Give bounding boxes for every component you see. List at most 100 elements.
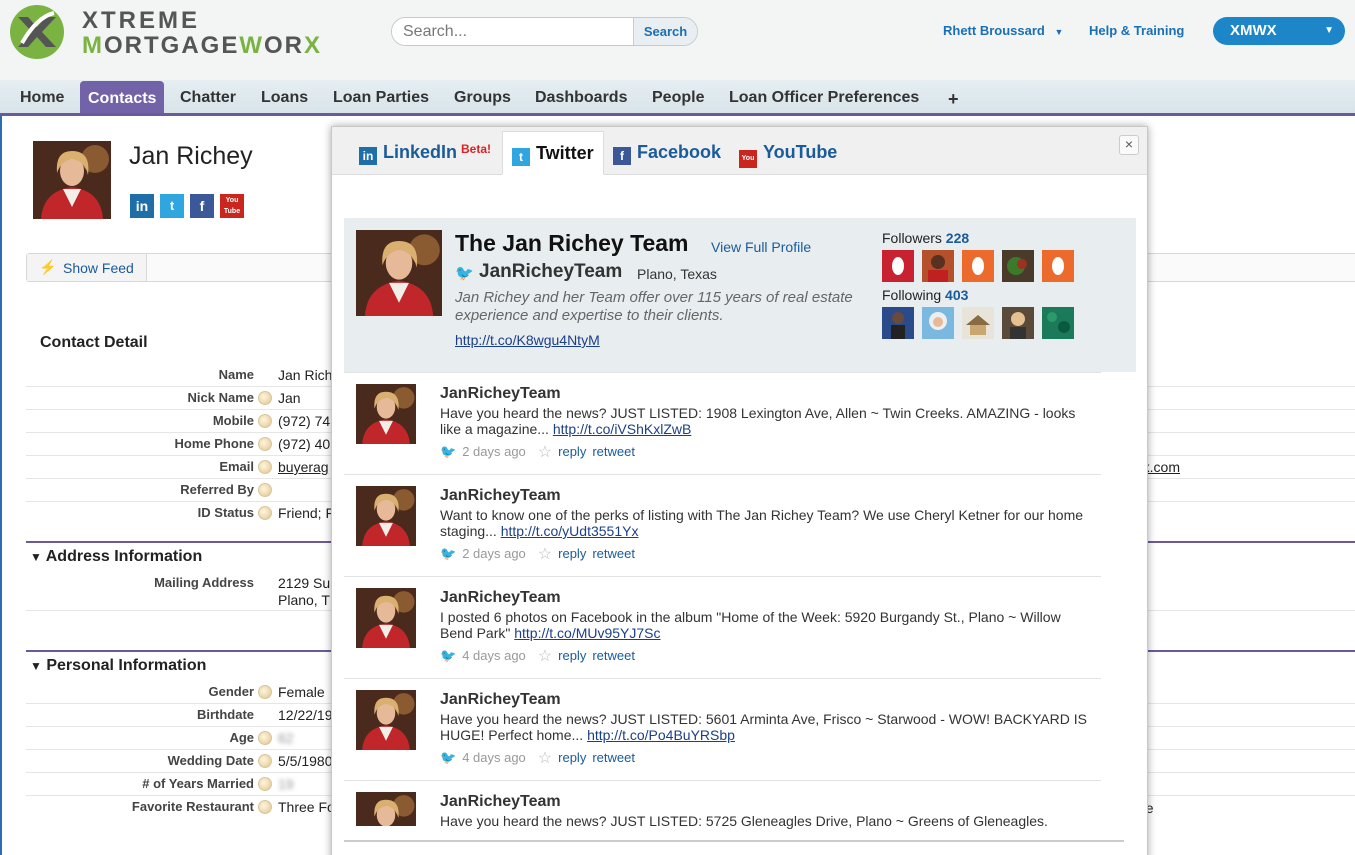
view-full-profile-link[interactable]: View Full Profile bbox=[711, 239, 811, 255]
search-button[interactable]: Search bbox=[633, 18, 697, 45]
follower-avatar[interactable] bbox=[1002, 250, 1034, 282]
following-avatar[interactable] bbox=[882, 307, 914, 339]
star-icon[interactable]: ☆ bbox=[538, 546, 552, 563]
following-avatar[interactable] bbox=[962, 307, 994, 339]
help-bubble-icon[interactable] bbox=[258, 506, 272, 520]
help-bubble-icon[interactable] bbox=[258, 391, 272, 405]
tab-groups[interactable]: Groups bbox=[446, 80, 519, 113]
popup-tab-facebook[interactable]: f Facebook bbox=[604, 131, 730, 175]
tweet-body: Have you heard the news? JUST LISTED: 56… bbox=[440, 711, 1087, 743]
help-bubble-icon[interactable] bbox=[258, 437, 272, 451]
following-avatar[interactable] bbox=[1002, 307, 1034, 339]
field-label: Mailing Address bbox=[154, 575, 254, 590]
tweet-username[interactable]: JanRicheyTeam bbox=[440, 793, 561, 811]
tab-loans[interactable]: Loans bbox=[253, 80, 316, 113]
popup-tab-youtube[interactable]: You YouTube bbox=[730, 131, 846, 175]
follower-avatar[interactable] bbox=[962, 250, 994, 282]
tab-home[interactable]: Home bbox=[12, 80, 72, 113]
app-name: XMWX bbox=[1230, 22, 1277, 39]
tab-loan-officer-preferences[interactable]: Loan Officer Preferences bbox=[721, 80, 927, 113]
bird-icon: 🐦 bbox=[440, 648, 457, 663]
field-value-gender: Female bbox=[278, 684, 325, 700]
reply-link[interactable]: reply bbox=[558, 648, 586, 663]
help-bubble-icon[interactable] bbox=[258, 414, 272, 428]
field-label: Home Phone bbox=[174, 436, 254, 451]
tweet-meta: 🐦 4 days ago ☆ reply retweet bbox=[440, 646, 641, 666]
field-value-email[interactable]: buyerag bbox=[278, 459, 329, 475]
tweet-item: JanRicheyTeam Want to know one of the pe… bbox=[344, 474, 1101, 576]
profile-bio: Jan Richey and her Team offer over 115 y… bbox=[455, 289, 853, 324]
tab-dashboards[interactable]: Dashboards bbox=[527, 80, 635, 113]
retweet-link[interactable]: retweet bbox=[592, 546, 635, 561]
field-value-age: 62 bbox=[278, 730, 294, 746]
close-icon[interactable]: × bbox=[1119, 135, 1139, 155]
collapse-triangle-icon: ▼ bbox=[30, 550, 42, 564]
app-switcher[interactable]: XMWX ▼ bbox=[1213, 17, 1345, 45]
following-avatar[interactable] bbox=[1042, 307, 1074, 339]
tweet-meta: 🐦 2 days ago ☆ reply retweet bbox=[440, 442, 641, 462]
field-value-name: Jan Rich bbox=[278, 367, 333, 383]
help-bubble-icon[interactable] bbox=[258, 754, 272, 768]
profile-location: Plano, Texas bbox=[637, 266, 717, 282]
tweet-link[interactable]: http://t.co/Po4BuYRSbp bbox=[587, 727, 735, 743]
reply-link[interactable]: reply bbox=[558, 444, 586, 459]
add-tab-button[interactable]: + bbox=[940, 80, 967, 113]
help-bubble-icon[interactable] bbox=[258, 460, 272, 474]
popup-tab-twitter[interactable]: t Twitter bbox=[502, 131, 604, 175]
tweet-username[interactable]: JanRicheyTeam bbox=[440, 487, 561, 505]
youtube-icon[interactable]: You Tube bbox=[220, 194, 244, 218]
star-icon[interactable]: ☆ bbox=[538, 750, 552, 767]
help-training-link[interactable]: Help & Training bbox=[1089, 23, 1184, 38]
retweet-link[interactable]: retweet bbox=[592, 648, 635, 663]
field-label: Wedding Date bbox=[167, 753, 254, 768]
star-icon[interactable]: ☆ bbox=[538, 444, 552, 461]
logo-icon[interactable] bbox=[8, 3, 66, 61]
retweet-link[interactable]: retweet bbox=[592, 750, 635, 765]
help-bubble-icon[interactable] bbox=[258, 731, 272, 745]
profile-url-link[interactable]: http://t.co/K8wgu4NtyM bbox=[455, 332, 600, 348]
help-bubble-icon[interactable] bbox=[258, 685, 272, 699]
tweet-meta: 🐦 2 days ago ☆ reply retweet bbox=[440, 544, 641, 564]
follower-avatar[interactable] bbox=[882, 250, 914, 282]
tweet-item: JanRicheyTeam Have you heard the news? J… bbox=[344, 372, 1101, 474]
personal-section-toggle[interactable]: ▼ Personal Information bbox=[30, 657, 206, 675]
popup-tab-linkedin[interactable]: in LinkedIn Beta! bbox=[350, 131, 500, 175]
show-feed-button[interactable]: ⚡ Show Feed bbox=[27, 254, 147, 281]
popup-tab-label: Twitter bbox=[536, 143, 594, 163]
tweet-item: JanRicheyTeam Have you heard the news? J… bbox=[344, 780, 1101, 840]
tweet-link[interactable]: http://t.co/iVShKxlZwB bbox=[553, 421, 692, 437]
following-count[interactable]: Following 403 bbox=[882, 287, 968, 303]
tweet-avatar bbox=[356, 486, 416, 546]
tweet-link[interactable]: http://t.co/MUv95YJ7Sc bbox=[514, 625, 660, 641]
field-label: Favorite Restaurant bbox=[131, 799, 254, 814]
tweet-username[interactable]: JanRicheyTeam bbox=[440, 589, 561, 607]
reply-link[interactable]: reply bbox=[558, 546, 586, 561]
star-icon[interactable]: ☆ bbox=[538, 648, 552, 665]
tab-chatter[interactable]: Chatter bbox=[172, 80, 244, 113]
follower-avatar[interactable] bbox=[1042, 250, 1074, 282]
tab-loan-parties[interactable]: Loan Parties bbox=[325, 80, 437, 113]
tweet-link[interactable]: http://t.co/yUdt3551Yx bbox=[501, 523, 639, 539]
tab-people[interactable]: People bbox=[644, 80, 712, 113]
reply-link[interactable]: reply bbox=[558, 750, 586, 765]
tweet-time: 2 days ago bbox=[462, 546, 526, 561]
twitter-icon[interactable]: t bbox=[160, 194, 184, 218]
search-input[interactable] bbox=[392, 18, 634, 45]
user-menu[interactable]: Rhett Broussard ▼ bbox=[943, 23, 1063, 38]
follower-avatar[interactable] bbox=[922, 250, 954, 282]
help-bubble-icon[interactable] bbox=[258, 483, 272, 497]
help-bubble-icon[interactable] bbox=[258, 777, 272, 791]
address-section-toggle[interactable]: ▼ Address Information bbox=[30, 548, 202, 566]
tweet-username[interactable]: JanRicheyTeam bbox=[440, 385, 561, 403]
field-label: Name bbox=[218, 367, 254, 382]
tweet-username[interactable]: JanRicheyTeam bbox=[440, 691, 561, 709]
tweet-text: Want to know one of the perks of listing… bbox=[440, 507, 1090, 539]
tweet-avatar bbox=[356, 690, 416, 750]
following-avatar[interactable] bbox=[922, 307, 954, 339]
followers-count[interactable]: Followers 228 bbox=[882, 230, 969, 246]
facebook-icon[interactable]: f bbox=[190, 194, 214, 218]
tab-contacts[interactable]: Contacts bbox=[80, 81, 165, 113]
linkedin-icon[interactable]: in bbox=[130, 194, 154, 218]
help-bubble-icon[interactable] bbox=[258, 800, 272, 814]
retweet-link[interactable]: retweet bbox=[592, 444, 635, 459]
